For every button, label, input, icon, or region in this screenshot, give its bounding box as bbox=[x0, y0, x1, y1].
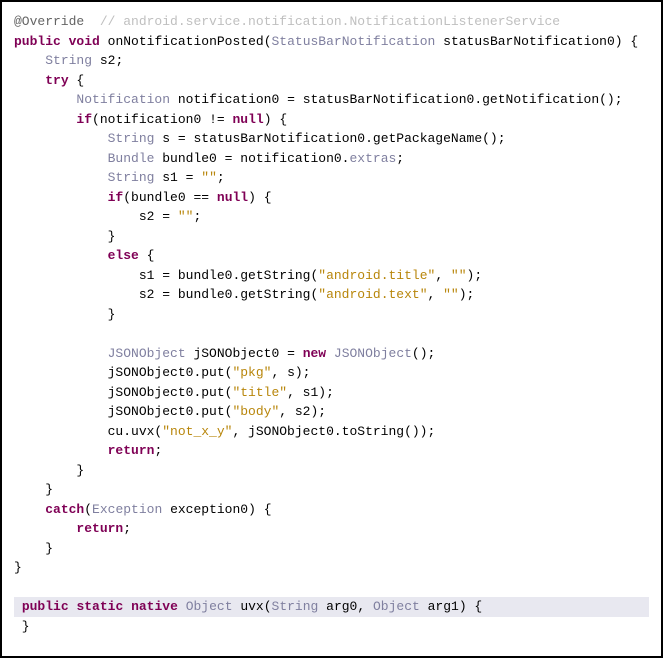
kw-else: else bbox=[108, 248, 139, 263]
kw-if: if bbox=[76, 112, 92, 127]
var-s1: s1 bbox=[162, 170, 178, 185]
str-notxy: "not_x_y" bbox=[162, 424, 232, 439]
str-title: "android.title" bbox=[318, 268, 435, 283]
code-block: @Override // android.service.notificatio… bbox=[0, 0, 663, 658]
type-jsonobject: JSONObject bbox=[108, 346, 186, 361]
cond-var: bundle0 bbox=[131, 190, 186, 205]
tail: , s1); bbox=[287, 385, 334, 400]
comment: // android.service.notification.Notifica… bbox=[100, 14, 560, 29]
empty-string: "" bbox=[201, 170, 217, 185]
p1-type: String bbox=[272, 599, 319, 614]
comma: , bbox=[428, 287, 444, 302]
kw-public: public bbox=[14, 34, 61, 49]
str-pkg: "pkg" bbox=[232, 365, 271, 380]
kw-try: try bbox=[45, 73, 68, 88]
var-s2: s2; bbox=[100, 53, 123, 68]
kw-if: if bbox=[108, 190, 124, 205]
rhs-l: notification0. bbox=[240, 151, 349, 166]
var-json: jSONObject0 bbox=[193, 346, 279, 361]
p1: arg0 bbox=[326, 599, 357, 614]
kw-native: native bbox=[131, 599, 178, 614]
rhs-r: ; bbox=[396, 151, 404, 166]
tail: ); bbox=[459, 287, 475, 302]
rhs: statusBarNotification0.getPackageName(); bbox=[193, 131, 505, 146]
type-string: String bbox=[108, 131, 155, 146]
param-name: statusBarNotification0 bbox=[443, 34, 615, 49]
call: bundle0.getString( bbox=[178, 287, 318, 302]
var-bundle0: bundle0 bbox=[162, 151, 217, 166]
p2-type: Object bbox=[373, 599, 420, 614]
call: bundle0.getString( bbox=[178, 268, 318, 283]
type-bundle: Bundle bbox=[108, 151, 155, 166]
lhs: s2 bbox=[139, 287, 155, 302]
comma: , bbox=[435, 268, 451, 283]
var-notification0: notification0 bbox=[178, 92, 279, 107]
tail: (); bbox=[412, 346, 435, 361]
call: jSONObject0.put( bbox=[108, 385, 233, 400]
kw-null: null bbox=[217, 190, 248, 205]
type-exception: Exception bbox=[92, 502, 162, 517]
method-uvx: uvx bbox=[240, 599, 263, 614]
call: jSONObject0.put( bbox=[108, 404, 233, 419]
eq: == bbox=[193, 190, 209, 205]
cond-var: notification0 bbox=[100, 112, 201, 127]
tail: , jSONObject0.toString()); bbox=[232, 424, 435, 439]
kw-public: public bbox=[22, 599, 69, 614]
str-text: "android.text" bbox=[318, 287, 427, 302]
tail: , s); bbox=[271, 365, 310, 380]
var-exception: exception0 bbox=[170, 502, 248, 517]
tail: , s2); bbox=[279, 404, 326, 419]
tail: ); bbox=[467, 268, 483, 283]
kw-null: null bbox=[233, 112, 264, 127]
neq: != bbox=[209, 112, 225, 127]
var-s: s bbox=[162, 131, 170, 146]
kw-void: void bbox=[69, 34, 100, 49]
ctor-jsonobject: JSONObject bbox=[334, 346, 412, 361]
call: cu.uvx( bbox=[108, 424, 163, 439]
ret-type: Object bbox=[186, 599, 233, 614]
annotation: @Override bbox=[14, 14, 84, 29]
kw-static: static bbox=[76, 599, 123, 614]
str-body: "body" bbox=[232, 404, 279, 419]
rhs: statusBarNotification0.getNotification()… bbox=[303, 92, 623, 107]
kw-catch: catch bbox=[45, 502, 84, 517]
empty-string: "" bbox=[178, 209, 194, 224]
param-type: StatusBarNotification bbox=[272, 34, 436, 49]
kw-return: return bbox=[108, 443, 155, 458]
str-empty: "" bbox=[443, 287, 459, 302]
method-name: onNotificationPosted bbox=[108, 34, 264, 49]
type-string: String bbox=[45, 53, 92, 68]
native-decl-line: public static native Object uvx(String a… bbox=[14, 597, 649, 617]
type-string: String bbox=[108, 170, 155, 185]
var-s2: s2 bbox=[139, 209, 155, 224]
type-notification: Notification bbox=[76, 92, 170, 107]
lhs: s1 bbox=[139, 268, 155, 283]
str-title: "title" bbox=[232, 385, 287, 400]
str-empty: "" bbox=[451, 268, 467, 283]
field-extras: extras bbox=[349, 151, 396, 166]
kw-return: return bbox=[76, 521, 123, 536]
call: jSONObject0.put( bbox=[108, 365, 233, 380]
p2: arg1 bbox=[428, 599, 459, 614]
kw-new: new bbox=[303, 346, 326, 361]
